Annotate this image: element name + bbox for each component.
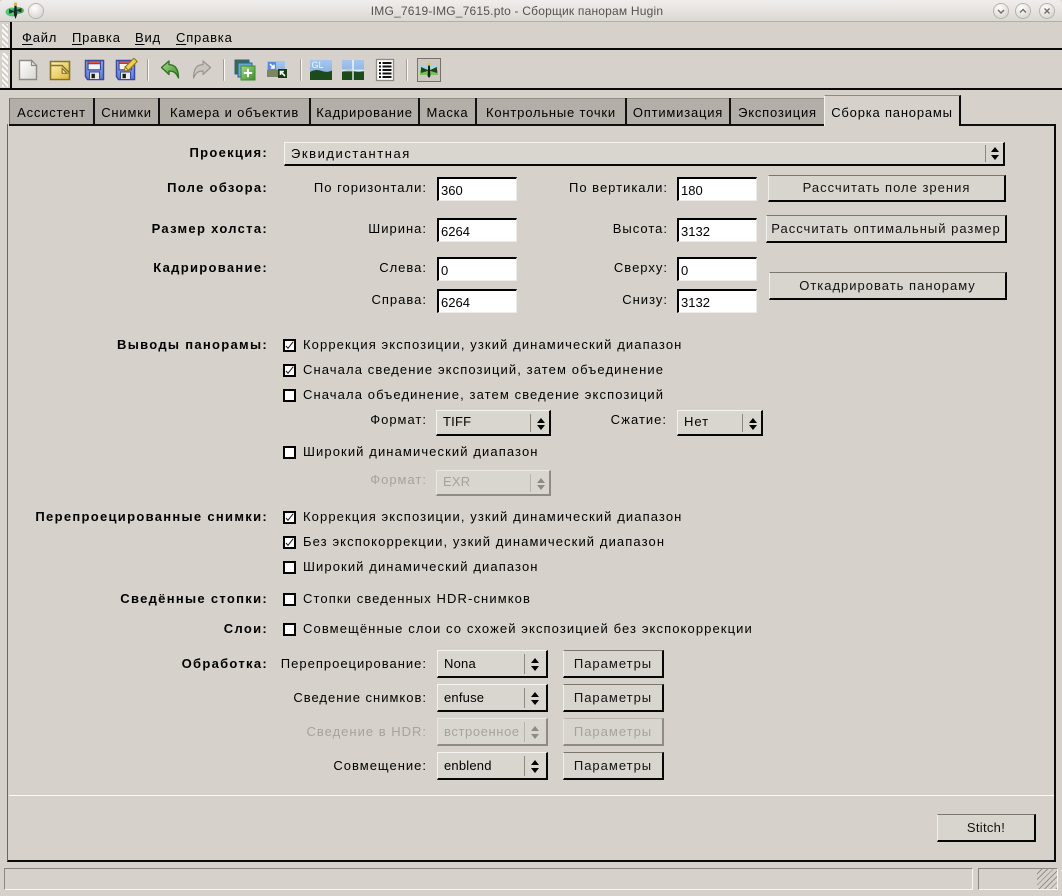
svg-text:GL: GL	[312, 60, 324, 70]
